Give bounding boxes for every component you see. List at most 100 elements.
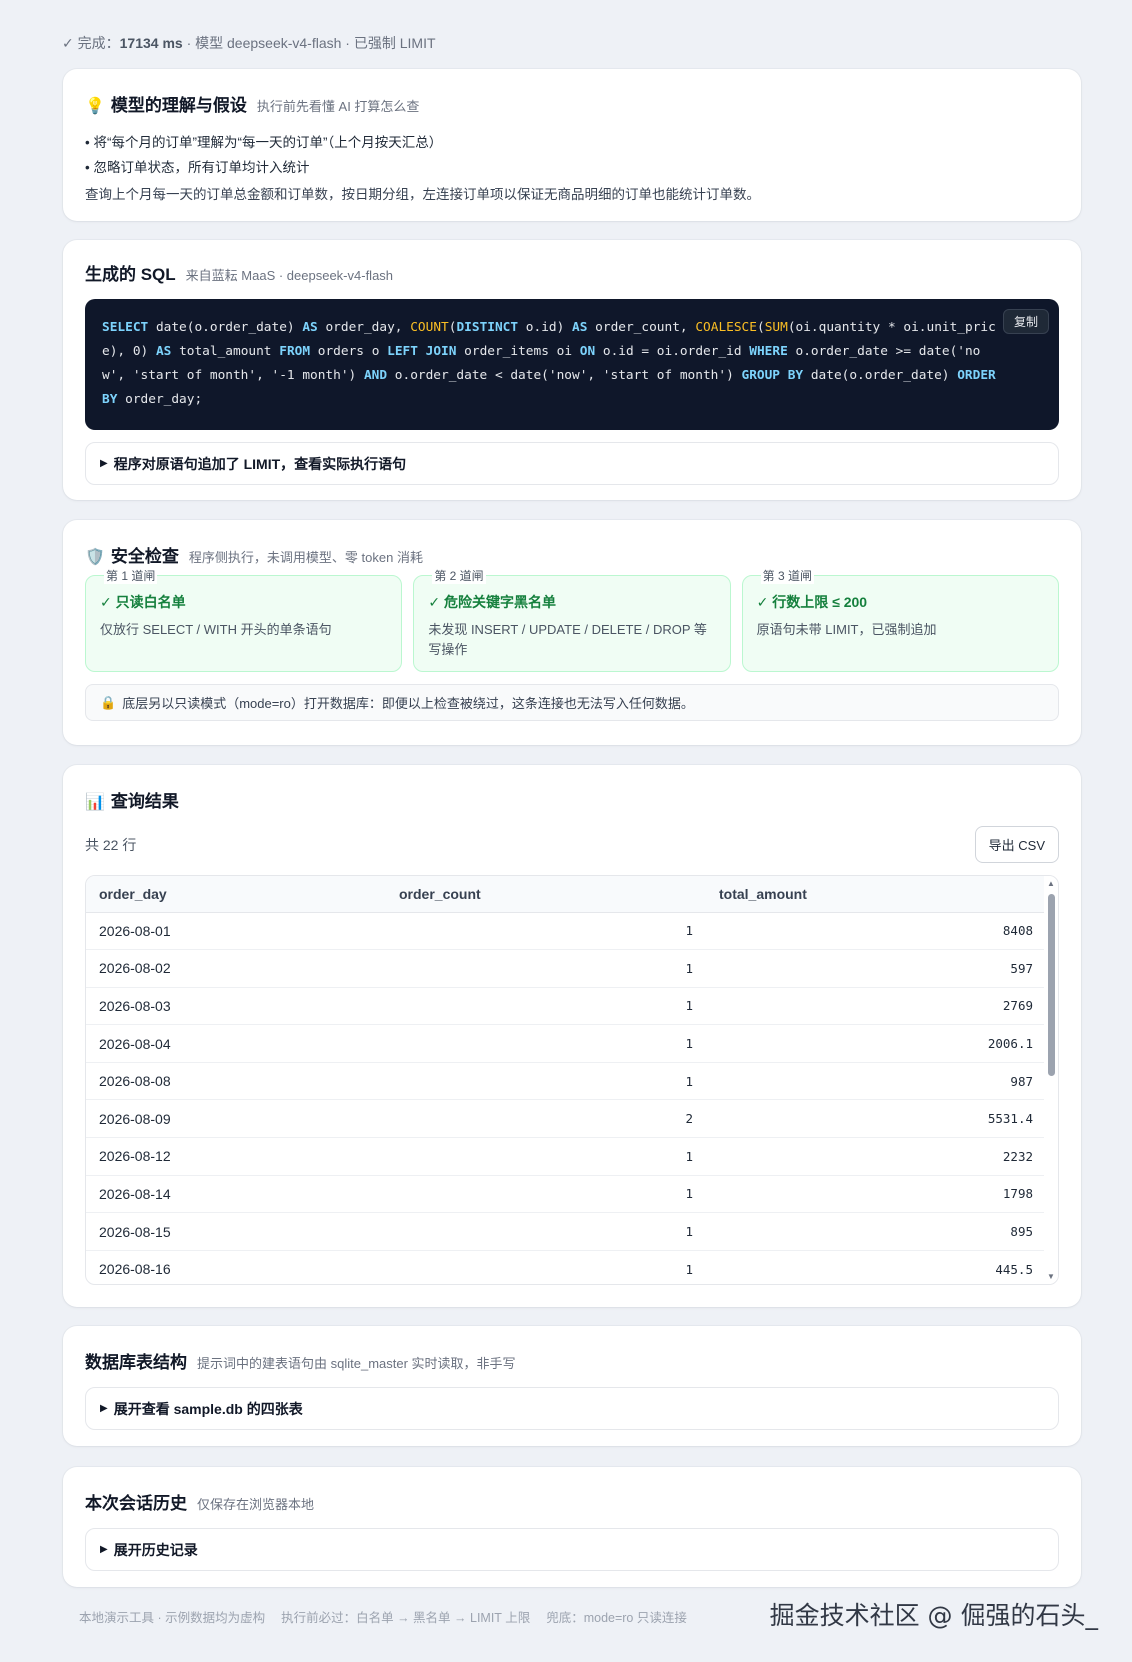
table-cell-order_day: 2026-08-16 <box>86 1250 386 1284</box>
row-count: 共 22 行 <box>85 836 137 853</box>
table-row: 2026-08-16 1 445.5 <box>86 1250 1046 1284</box>
column-header[interactable]: total_amount <box>706 876 1046 913</box>
table-cell-order_day: 2026-08-01 <box>86 912 386 951</box>
understanding-subtitle: 执行前先看懂 AI 打算怎么查 <box>256 99 420 114</box>
table-cell-order_count: 1 <box>386 1024 706 1063</box>
sql-keyword: SELECT <box>102 320 149 335</box>
sql-text: order_day; <box>117 392 203 407</box>
gate-title: ✓ 行数上限 ≤ 200 <box>756 594 868 610</box>
assumption-item: 忽略订单状态，所有订单均计入统计 <box>85 155 1059 180</box>
copy-button[interactable]: 复制 <box>1002 309 1049 334</box>
lock-icon: 🔒 <box>100 694 117 710</box>
sql-text: order_items oi <box>456 344 580 359</box>
history-toggle-label: 展开历史记录 <box>113 1541 198 1558</box>
lightbulb-icon: 💡 <box>85 98 105 115</box>
security-card: 🛡️ 安全检查 程序侧执行，未调用模型、零 token 消耗 第 1 道闸 ✓ 只… <box>63 520 1081 745</box>
history-card: 本次会话历史 仅保存在浏览器本地 ▶ 展开历史记录 <box>63 1467 1081 1587</box>
security-subtitle: 程序侧执行，未调用模型、零 token 消耗 <box>188 550 423 565</box>
table-cell-order_count: 1 <box>386 1175 706 1214</box>
sql-function: SUM <box>764 320 788 335</box>
sql-code-block[interactable]: SELECT date(o.order_date) AS order_day, … <box>85 299 1059 430</box>
table-cell-order_day: 2026-08-14 <box>86 1175 386 1214</box>
schema-toggle[interactable]: ▶ 展开查看 sample.db 的四张表 <box>85 1387 1059 1430</box>
footer: 本地演示工具 · 示例数据均为虚构 执行前必过：白名单 → 黑名单 → LIMI… <box>79 1607 687 1626</box>
history-subtitle: 仅保存在浏览器本地 <box>197 1497 315 1512</box>
table-cell-order_count: 1 <box>386 1137 706 1176</box>
scroll-down-arrow-icon[interactable]: ▼ <box>1047 1272 1055 1281</box>
sql-code: SELECT date(o.order_date) AS order_day, … <box>102 320 996 407</box>
sql-keyword: GROUP BY <box>741 368 804 383</box>
sql-keyword: LEFT JOIN <box>387 344 457 359</box>
status-line: ✓ 完成：17134 ms · 模型 deepseek-v4-flash · 已… <box>62 33 436 53</box>
understanding-card: 💡 模型的理解与假设 执行前先看懂 AI 打算怎么查 将“每个月的订单”理解为“每… <box>63 69 1081 221</box>
bar-chart-icon: 📊 <box>85 794 105 811</box>
sql-keyword: DISTINCT <box>456 320 519 335</box>
gate-card: 第 2 道闸 ✓ 危险关键字黑名单 未发现 INSERT / UPDATE / … <box>413 567 731 672</box>
table-cell-total_amount: 2232 <box>706 1137 1046 1176</box>
sql-function: COUNT <box>410 320 449 335</box>
status-duration: 17134 ms <box>119 35 183 51</box>
table-row: 2026-08-04 1 2006.1 <box>86 1024 1046 1063</box>
history-title: 本次会话历史 <box>85 1494 187 1513</box>
gate-title: ✓ 只读白名单 <box>100 594 186 610</box>
sql-keyword: AS <box>302 320 318 335</box>
limit-details-label: 程序对原语句追加了 LIMIT，查看实际执行语句 <box>113 455 407 472</box>
table-cell-order_count: 1 <box>386 912 706 951</box>
readonly-note-text: 底层另以只读模式（mode=ro）打开数据库：即便以上检查被绕过，这条连接也无法… <box>122 696 694 711</box>
table-cell-order_day: 2026-08-08 <box>86 1062 386 1101</box>
sql-keyword: ON <box>579 344 596 359</box>
result-title: 查询结果 <box>110 792 179 811</box>
scroll-thumb[interactable] <box>1048 894 1055 1076</box>
shield-icon: 🛡️ <box>85 549 105 566</box>
sql-keyword: AS <box>572 320 588 335</box>
schema-card: 数据库表结构 提示词中的建表语句由 sqlite_master 实时读取，非手写… <box>63 1326 1081 1446</box>
security-heading: 🛡️ 安全检查 <box>85 542 179 567</box>
sql-keyword: AND <box>363 368 388 383</box>
column-header[interactable]: order_day <box>86 876 386 913</box>
status-suffix: · 模型 deepseek-v4-flash · 已强制 LIMIT <box>182 35 436 51</box>
table-cell-order_day: 2026-08-03 <box>86 987 386 1026</box>
table-row: 2026-08-02 1 597 <box>86 949 1046 988</box>
table-cell-order_count: 1 <box>386 949 706 988</box>
table-cell-order_day: 2026-08-09 <box>86 1099 386 1139</box>
sql-text: o.id) <box>518 320 573 335</box>
result-card: 📊 查询结果 共 22 行 导出 CSV order_day order_coun… <box>63 765 1081 1307</box>
table-cell-total_amount: 987 <box>706 1062 1046 1101</box>
sql-text: date(o.order_date) <box>148 320 303 335</box>
gate-description: 未发现 INSERT / UPDATE / DELETE / DROP 等写操作 <box>428 622 707 657</box>
result-table-container[interactable]: order_day order_count total_amount 2026-… <box>85 875 1059 1285</box>
triangle-right-icon: ▶ <box>100 1544 108 1555</box>
security-title: 安全检查 <box>110 547 179 566</box>
gate-card: 第 1 道闸 ✓ 只读白名单 仅放行 SELECT / WITH 开头的单条语句 <box>85 567 403 672</box>
table-row: 2026-08-01 1 8408 <box>86 912 1046 951</box>
table-scrollbar[interactable]: ▲ ▼ <box>1044 876 1058 1284</box>
gate-title: ✓ 危险关键字黑名单 <box>428 594 556 610</box>
sql-text: o.order_date < date('now', 'start of mon… <box>387 368 742 383</box>
table-cell-total_amount: 895 <box>706 1212 1046 1251</box>
table-row: 2026-08-08 1 987 <box>86 1062 1046 1101</box>
triangle-right-icon: ▶ <box>100 1403 108 1414</box>
table-cell-total_amount: 1798 <box>706 1175 1046 1214</box>
table-row: 2026-08-14 1 1798 <box>86 1175 1046 1214</box>
sql-keyword: AS <box>155 344 172 359</box>
security-gates: 第 1 道闸 ✓ 只读白名单 仅放行 SELECT / WITH 开头的单条语句… <box>85 567 1059 672</box>
gate-tag: 第 1 道闸 <box>104 567 158 584</box>
scroll-up-arrow-icon[interactable]: ▲ <box>1047 879 1055 888</box>
table-cell-order_count: 1 <box>386 1062 706 1101</box>
table-cell-order_count: 1 <box>386 987 706 1026</box>
export-csv-button[interactable]: 导出 CSV <box>974 826 1059 863</box>
gate-tag: 第 2 道闸 <box>432 567 486 584</box>
column-header[interactable]: order_count <box>386 876 706 913</box>
sql-text: o.id = oi.order_id <box>595 344 750 359</box>
triangle-right-icon: ▶ <box>100 458 108 469</box>
understanding-title: 模型的理解与假设 <box>110 96 247 115</box>
sql-text: order_count, <box>587 320 696 335</box>
sql-function: COALESCE <box>695 320 757 335</box>
sql-text: total_amount <box>171 344 280 359</box>
sql-title: 生成的 SQL <box>85 265 176 284</box>
understanding-description: 查询上个月每一天的订单总金额和订单数，按日期分组，左连接订单项以保证无商品明细的… <box>85 187 760 202</box>
history-toggle[interactable]: ▶ 展开历史记录 <box>85 1528 1059 1571</box>
gate-card: 第 3 道闸 ✓ 行数上限 ≤ 200 原语句未带 LIMIT，已强制追加 <box>741 567 1059 672</box>
limit-details-toggle[interactable]: ▶ 程序对原语句追加了 LIMIT，查看实际执行语句 <box>85 442 1059 485</box>
assumption-list: 将“每个月的订单”理解为“每一天的订单”（上个月按天汇总） 忽略订单状态，所有订… <box>85 130 1059 180</box>
